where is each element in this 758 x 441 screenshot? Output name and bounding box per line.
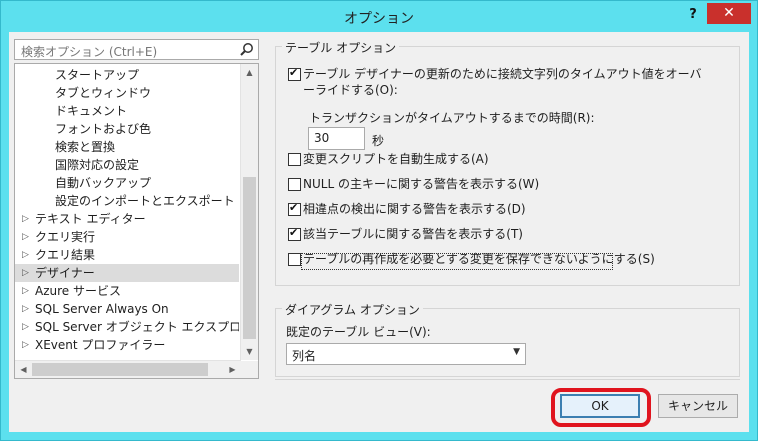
highlight-annotation xyxy=(551,388,651,427)
tree-item[interactable]: 自動バックアップ xyxy=(15,174,239,192)
tree-item-label: 国際対応の設定 xyxy=(55,158,140,172)
transaction-timeout-input[interactable]: 30 xyxy=(308,127,365,150)
tree-item-label: クエリ実行 xyxy=(35,230,96,244)
help-button[interactable]: ? xyxy=(682,5,704,25)
default-table-view-select[interactable]: 列名 ▼ xyxy=(286,343,526,365)
timeout-override-checkbox[interactable] xyxy=(288,66,301,81)
tree-item[interactable]: フォントおよび色 xyxy=(15,120,239,138)
option-checkbox[interactable] xyxy=(288,253,301,266)
expand-arrow-icon[interactable]: ▷ xyxy=(22,210,29,228)
search-input[interactable]: 検索オプション (Ctrl+E) xyxy=(14,39,259,60)
tree-item-label: デザイナー xyxy=(35,266,95,280)
scroll-up-icon[interactable]: ▲ xyxy=(241,64,258,81)
option-checkbox-label[interactable]: 変更スクリプトを自動生成する(A) xyxy=(303,150,489,167)
default-table-view-value: 列名 xyxy=(292,349,317,363)
tree-item-label: 検索と置換 xyxy=(55,140,116,154)
tree-item-label: ドキュメント xyxy=(55,104,128,118)
tree-item[interactable]: ▷ SQL Server オブジェクト エクスプローラー xyxy=(15,318,239,336)
search-placeholder: 検索オプション (Ctrl+E) xyxy=(21,45,158,59)
tree-item[interactable]: 検索と置換 xyxy=(15,138,239,156)
chevron-down-icon: ▼ xyxy=(513,347,520,357)
option-checkbox-label[interactable]: 相違点の検出に関する警告を表示する(D) xyxy=(303,200,526,217)
cancel-button[interactable]: キャンセル xyxy=(658,394,738,418)
scroll-left-icon[interactable]: ◀ xyxy=(15,361,32,378)
timeout-override-label-line1: テーブル デザイナーの更新のために接続文字列のタイムアウト値をオーバ xyxy=(303,67,702,81)
option-checkbox[interactable] xyxy=(288,178,301,191)
option-checkbox[interactable] xyxy=(288,201,301,216)
expand-arrow-icon[interactable]: ▷ xyxy=(22,264,29,282)
diagram-options-group: ダイアグラム オプション 既定のテーブル ビュー(V): 列名 ▼ xyxy=(275,301,740,377)
options-dialog: オプション ? ✕ 検索オプション (Ctrl+E) スタートアップ タブとウィン… xyxy=(0,0,758,441)
dialog-body: 検索オプション (Ctrl+E) スタートアップ タブとウィンドウ ドキュメントフォ… xyxy=(9,32,749,432)
tree-item[interactable]: 設定のインポートとエクスポート xyxy=(15,192,239,210)
expand-arrow-icon[interactable]: ▷ xyxy=(22,228,29,246)
diagram-options-title: ダイアグラム オプション xyxy=(282,301,423,318)
horizontal-scrollbar[interactable]: ◀ ▶ xyxy=(15,360,241,378)
tree-item[interactable]: スタートアップ xyxy=(15,66,239,84)
tree-item[interactable]: ▷ Azure サービス xyxy=(15,282,239,300)
expand-arrow-icon[interactable]: ▷ xyxy=(22,282,29,300)
title-bar[interactable]: オプション ? ✕ xyxy=(1,1,757,33)
table-options-title: テーブル オプション xyxy=(282,39,400,56)
expand-arrow-icon[interactable]: ▷ xyxy=(22,246,29,264)
tree-item-label: XEvent プロファイラー xyxy=(35,338,166,352)
scroll-corner xyxy=(240,361,258,378)
tree-item[interactable]: ドキュメント xyxy=(15,102,239,120)
vertical-scroll-thumb[interactable] xyxy=(243,177,256,339)
expand-arrow-icon[interactable]: ▷ xyxy=(22,336,29,354)
close-button[interactable]: ✕ xyxy=(707,3,751,24)
tree-item-label: 設定のインポートとエクスポート xyxy=(55,194,235,208)
options-tree[interactable]: スタートアップ タブとウィンドウ ドキュメントフォントおよび色 検索と置換国際対応の設… xyxy=(14,63,259,379)
expand-arrow-icon[interactable]: ▷ xyxy=(22,318,29,336)
tree-item[interactable]: ▷ SQL Server Always On xyxy=(15,300,239,318)
dialog-title: オプション xyxy=(344,11,414,27)
tree-item-label: SQL Server Always On xyxy=(35,302,169,316)
option-checkbox-label[interactable]: NULL の主キーに関する警告を表示する(W) xyxy=(303,175,539,192)
tree-item-label: テキスト エディター xyxy=(35,212,146,226)
option-checkbox[interactable] xyxy=(288,226,301,241)
tree-item-label: フォントおよび色 xyxy=(55,122,152,136)
tree-item-label: SQL Server オブジェクト エクスプローラー xyxy=(35,320,239,334)
horizontal-scroll-thumb[interactable] xyxy=(32,363,208,376)
seconds-unit-label: 秒 xyxy=(372,134,385,148)
expand-arrow-icon[interactable]: ▷ xyxy=(22,300,29,318)
tree-item-label: Azure サービス xyxy=(35,284,121,298)
default-table-view-label: 既定のテーブル ビュー(V): xyxy=(286,325,431,339)
tree-item[interactable]: ▷ クエリ結果 xyxy=(15,246,239,264)
tree-item-label: スタートアップ xyxy=(55,68,140,82)
tree-item[interactable]: ▷ クエリ実行 xyxy=(15,228,239,246)
tree-item[interactable]: ▷ テキスト エディター xyxy=(15,210,239,228)
tree-item[interactable]: ▷ XEvent プロファイラー xyxy=(15,336,239,354)
tree-item-label: タブとウィンドウ xyxy=(55,86,152,100)
tree-item-label: 自動バックアップ xyxy=(55,176,152,190)
table-options-group: テーブル オプション テーブル デザイナーの更新のために接続文字列のタイムアウト… xyxy=(275,39,740,286)
focus-indicator xyxy=(301,253,613,270)
tree-item-label: クエリ結果 xyxy=(35,248,96,262)
scroll-down-icon[interactable]: ▼ xyxy=(241,343,258,360)
search-icon[interactable] xyxy=(239,42,254,57)
tree-item[interactable]: タブとウィンドウ xyxy=(15,84,239,102)
vertical-scrollbar[interactable]: ▲ ▼ xyxy=(240,64,258,360)
timeout-override-label-line2: ーライドする(O): xyxy=(303,83,398,97)
tree-item[interactable]: ▷ デザイナー xyxy=(15,264,239,282)
transaction-timeout-label: トランザクションがタイムアウトするまでの時間(R): xyxy=(309,111,595,125)
option-checkbox[interactable] xyxy=(288,153,301,166)
tree-item[interactable]: 国際対応の設定 xyxy=(15,156,239,174)
scroll-right-icon[interactable]: ▶ xyxy=(224,361,241,378)
separator xyxy=(275,379,740,380)
option-checkbox-label[interactable]: 該当テーブルに関する警告を表示する(T) xyxy=(303,225,523,242)
